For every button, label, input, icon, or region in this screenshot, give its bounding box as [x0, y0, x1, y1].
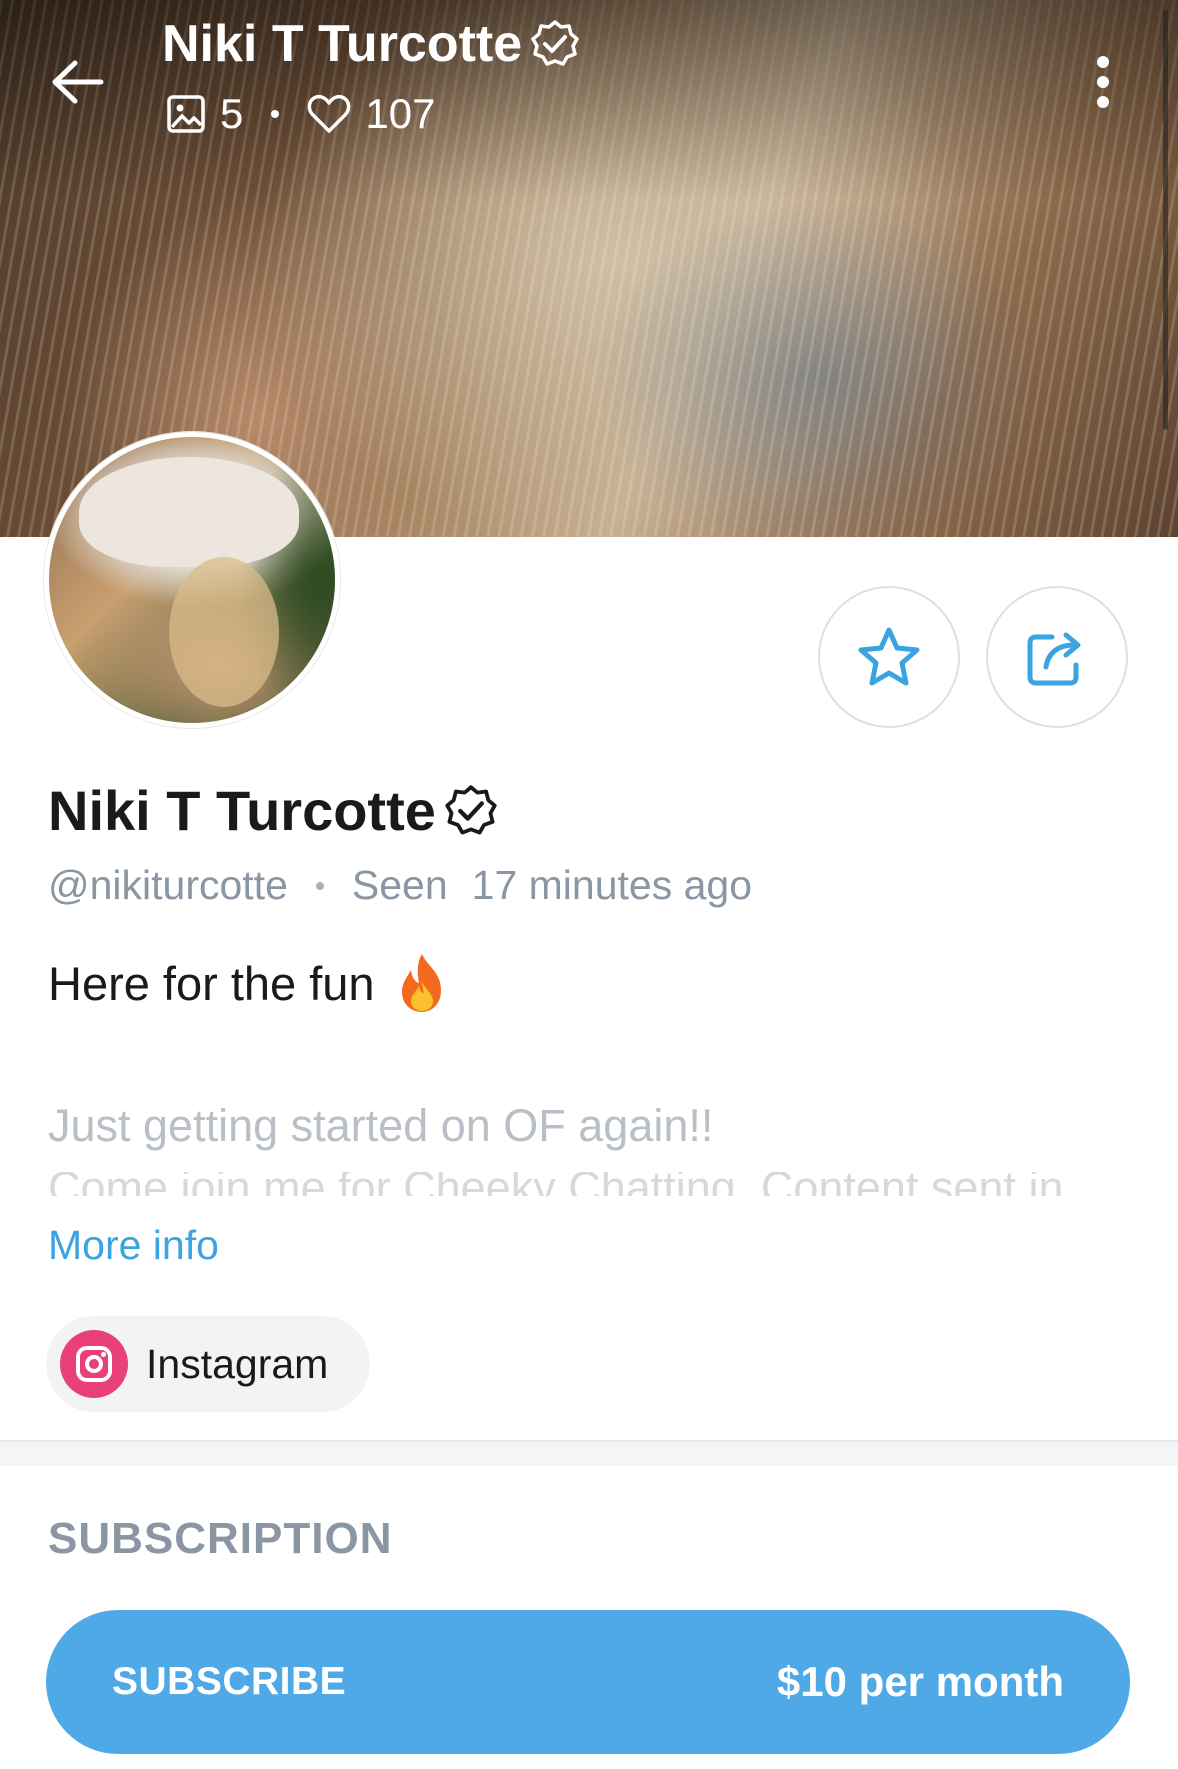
- bio-line-1: Here for the fun: [48, 952, 447, 1014]
- more-vertical-icon: [1097, 56, 1109, 68]
- header-name: Niki T Turcotte: [162, 15, 523, 73]
- subscribe-button[interactable]: SUBSCRIBE $10 per month: [46, 1610, 1130, 1754]
- fire-icon: [401, 954, 441, 1012]
- header-title: Niki T Turcotte: [162, 14, 580, 74]
- avatar[interactable]: [44, 432, 340, 728]
- bio-line-2: Just getting started on OF again!!: [48, 1100, 714, 1151]
- instagram-link[interactable]: Instagram: [46, 1316, 371, 1412]
- bio-line-3-faded: Come join me for Cheeky Chatting, Conten…: [48, 1172, 1138, 1196]
- verified-badge-icon: [531, 20, 579, 66]
- instagram-glyph: [76, 1346, 112, 1382]
- heart-icon: [307, 94, 351, 133]
- favorite-button[interactable]: [818, 586, 960, 728]
- star-icon: [858, 627, 920, 686]
- seen-time: 17 minutes ago: [471, 862, 752, 908]
- avatar-hair-shape: [169, 557, 279, 707]
- profile-name: Niki T Turcotte: [48, 778, 498, 843]
- profile-meta: @nikiturcotte Seen 17 minutes ago: [48, 862, 752, 909]
- instagram-icon: [60, 1330, 128, 1398]
- share-icon: [1027, 632, 1081, 686]
- media-count: 5: [220, 90, 244, 137]
- back-arrow-icon: [52, 60, 104, 104]
- image-icon: [167, 95, 205, 133]
- instagram-label: Instagram: [146, 1340, 329, 1387]
- avatar-cap-shape: [79, 457, 299, 567]
- more-options-button[interactable]: [1088, 52, 1118, 112]
- bio-text-1: Here for the fun: [48, 956, 375, 1010]
- subscribe-price: $10 per month: [776, 1658, 1064, 1705]
- stats-separator: [271, 110, 280, 118]
- back-button[interactable]: [48, 52, 108, 112]
- meta-separator: [315, 881, 324, 890]
- subscribe-label: SUBSCRIBE: [112, 1660, 347, 1703]
- more-info-link[interactable]: More info: [48, 1222, 219, 1269]
- scrollbar[interactable]: [1163, 10, 1168, 430]
- section-divider: [0, 1440, 1178, 1466]
- likes-count: 107: [365, 90, 436, 137]
- bio-text-3: Come join me for Cheeky Chatting, Conten…: [48, 1172, 1138, 1196]
- seen-label: Seen: [351, 862, 448, 908]
- profile-name-text: Niki T Turcotte: [48, 779, 436, 842]
- more-dot: [1097, 76, 1109, 88]
- share-button[interactable]: [986, 586, 1128, 728]
- more-dot: [1097, 96, 1109, 108]
- subscription-heading: SUBSCRIPTION: [48, 1514, 393, 1563]
- header-stats: 5 107: [166, 90, 435, 138]
- verified-badge-icon: [445, 784, 497, 834]
- username: @nikiturcotte: [48, 862, 288, 908]
